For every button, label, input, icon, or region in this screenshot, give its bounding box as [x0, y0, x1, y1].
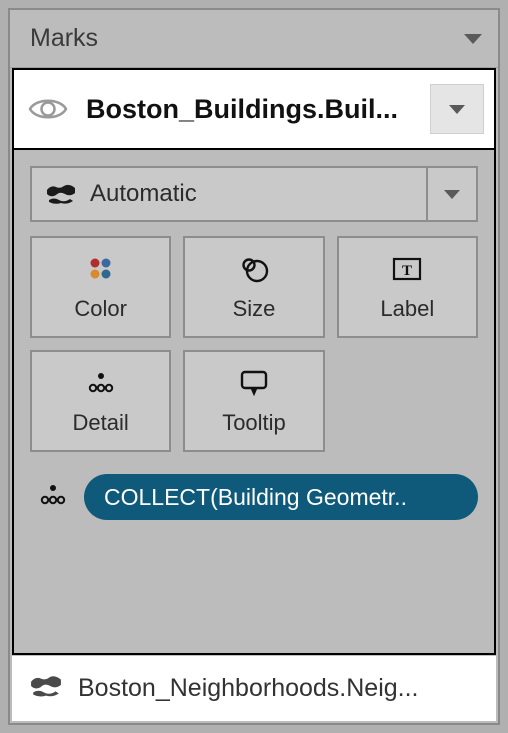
active-layer-title: Boston_Buildings.Buil...	[86, 94, 412, 125]
size-label: Size	[233, 296, 276, 322]
size-icon	[237, 252, 271, 286]
color-icon	[86, 252, 116, 286]
globe-icon	[30, 674, 62, 703]
tooltip-shelf[interactable]: Tooltip	[183, 350, 324, 452]
color-label: Color	[74, 296, 127, 322]
empty-shelf-slot	[337, 350, 478, 452]
svg-text:T: T	[402, 263, 412, 279]
label-label: Label	[380, 296, 434, 322]
detail-icon[interactable]	[36, 482, 70, 513]
mark-type-label: Automatic	[90, 180, 197, 208]
mark-type-dropdown[interactable]	[426, 168, 476, 220]
layer-row-collapsed[interactable]: Boston_Neighborhoods.Neig...	[12, 655, 496, 721]
detail-shelf[interactable]: Detail	[30, 350, 171, 452]
layer-row-active[interactable]: Boston_Buildings.Buil...	[12, 68, 496, 150]
mark-type-main: Automatic	[32, 168, 426, 220]
eye-icon	[28, 96, 68, 122]
detail-label: Detail	[73, 410, 129, 436]
layer-dropdown-button[interactable]	[430, 84, 484, 134]
chevron-down-icon	[464, 34, 482, 44]
mark-shelves: Color Size T Label	[30, 236, 478, 452]
field-pill-geometry[interactable]: COLLECT(Building Geometr..	[84, 474, 478, 520]
label-shelf[interactable]: T Label	[337, 236, 478, 338]
color-shelf[interactable]: Color	[30, 236, 171, 338]
globe-icon	[46, 183, 76, 205]
pill-text: COLLECT(Building Geometr..	[104, 484, 407, 511]
detail-icon	[85, 366, 117, 400]
mark-type-selector[interactable]: Automatic	[30, 166, 478, 222]
tooltip-label: Tooltip	[222, 410, 286, 436]
label-icon: T	[391, 252, 423, 286]
chevron-down-icon	[449, 105, 465, 114]
mark-pill-row: COLLECT(Building Geometr..	[30, 474, 478, 520]
size-shelf[interactable]: Size	[183, 236, 324, 338]
marks-panel: Marks Boston_Buildings.Buil...	[8, 8, 500, 725]
collapsed-layer-title: Boston_Neighborhoods.Neig...	[78, 674, 478, 703]
tooltip-icon	[238, 366, 270, 400]
chevron-down-icon	[444, 190, 460, 199]
marks-title: Marks	[30, 24, 98, 53]
marks-body: Automatic Color	[12, 150, 496, 655]
marks-header[interactable]: Marks	[10, 10, 498, 68]
